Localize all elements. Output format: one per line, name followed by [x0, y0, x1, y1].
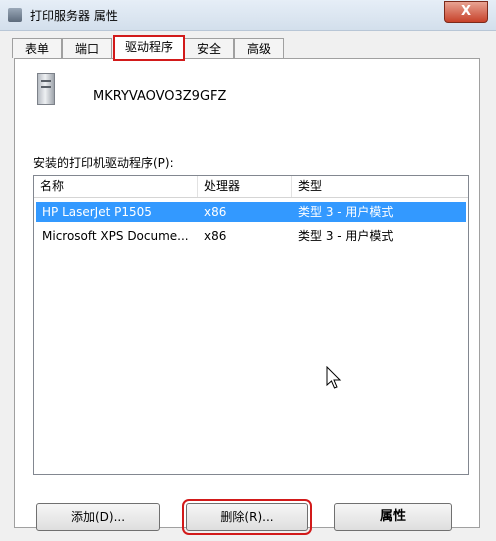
tab-ports[interactable]: 端口	[62, 38, 112, 58]
tab-security[interactable]: 安全	[184, 38, 234, 58]
table-row[interactable]: HP LaserJet P1505 x86 类型 3 - 用户模式	[36, 202, 466, 222]
list-header: 名称 处理器 类型	[34, 176, 468, 198]
add-button[interactable]: 添加(D)...	[36, 503, 160, 531]
close-button[interactable]: X	[444, 1, 488, 23]
tab-drivers[interactable]: 驱动程序	[113, 35, 185, 61]
mouse-cursor-icon	[326, 366, 342, 389]
drivers-panel: MKRYVAOVO3Z9GFZ 安装的打印机驱动程序(P): 名称 处理器 类型…	[14, 58, 480, 528]
driver-type: 类型 3 - 用户模式	[298, 229, 394, 243]
window-title: 打印服务器 属性	[30, 9, 118, 23]
server-name: MKRYVAOVO3Z9GFZ	[93, 89, 227, 104]
column-header-processor[interactable]: 处理器	[198, 176, 292, 197]
remove-button[interactable]: 删除(R)...	[182, 499, 312, 535]
tab-advanced[interactable]: 高级	[234, 38, 284, 58]
drivers-list-label: 安装的打印机驱动程序(P):	[33, 156, 174, 170]
driver-processor: x86	[204, 229, 227, 243]
column-header-name[interactable]: 名称	[34, 176, 198, 197]
title-bar: 打印服务器 属性 X	[0, 0, 496, 31]
column-header-type[interactable]: 类型	[292, 176, 468, 197]
drivers-list[interactable]: 名称 处理器 类型 HP LaserJet P1505 x86 类型 3 - 用…	[33, 175, 469, 475]
server-icon	[37, 73, 55, 105]
tab-forms[interactable]: 表单	[12, 38, 62, 58]
driver-type: 类型 3 - 用户模式	[298, 205, 394, 219]
driver-name: Microsoft XPS Docume...	[42, 229, 189, 243]
driver-processor: x86	[204, 205, 227, 219]
close-icon: X	[460, 4, 472, 19]
printer-icon	[8, 8, 22, 22]
driver-name: HP LaserJet P1505	[42, 205, 152, 219]
table-row[interactable]: Microsoft XPS Docume... x86 类型 3 - 用户模式	[36, 226, 466, 246]
properties-button[interactable]: 属性	[334, 503, 452, 531]
